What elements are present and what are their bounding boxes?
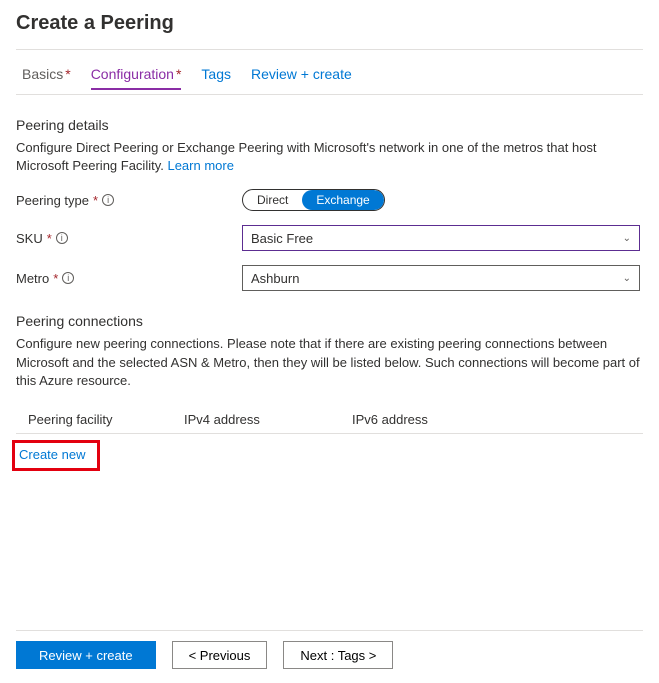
select-value: Ashburn	[251, 271, 299, 286]
next-button[interactable]: Next : Tags >	[283, 641, 393, 669]
info-icon[interactable]: i	[62, 272, 74, 284]
chevron-down-icon: ⌄	[623, 273, 631, 284]
col-ipv4: IPv4 address	[184, 412, 352, 427]
label-text: Metro	[16, 271, 49, 286]
col-facility: Peering facility	[16, 412, 184, 427]
row-metro: Metro * i Ashburn ⌄	[16, 265, 643, 291]
row-peering-type: Peering type * i Direct Exchange	[16, 189, 643, 211]
tabs: Basics Configuration Tags Review + creat…	[16, 66, 643, 90]
label-text: SKU	[16, 231, 43, 246]
required-asterisk: *	[93, 193, 98, 208]
select-value: Basic Free	[251, 231, 313, 246]
connections-table-header: Peering facility IPv4 address IPv6 addre…	[16, 404, 643, 434]
peering-details-description: Configure Direct Peering or Exchange Pee…	[16, 139, 643, 175]
chevron-down-icon: ⌄	[623, 233, 631, 244]
toggle-direct[interactable]: Direct	[243, 190, 302, 210]
connections-heading: Peering connections	[16, 313, 643, 329]
label-sku: SKU * i	[16, 231, 242, 246]
page-title: Create a Peering	[16, 12, 643, 35]
footer: Review + create < Previous Next : Tags >	[16, 630, 643, 669]
toggle-exchange[interactable]: Exchange	[302, 190, 383, 210]
required-asterisk: *	[53, 271, 58, 286]
info-icon[interactable]: i	[56, 232, 68, 244]
tab-configuration[interactable]: Configuration	[91, 66, 182, 90]
toggle-peering-type[interactable]: Direct Exchange	[242, 189, 385, 211]
divider	[16, 630, 643, 631]
label-text: Peering type	[16, 193, 89, 208]
desc-text: Configure Direct Peering or Exchange Pee…	[16, 140, 597, 173]
previous-button[interactable]: < Previous	[172, 641, 268, 669]
create-new-highlight: Create new	[12, 440, 100, 471]
tab-basics[interactable]: Basics	[22, 66, 71, 90]
divider	[16, 49, 643, 50]
tab-review[interactable]: Review + create	[251, 66, 352, 90]
footer-buttons: Review + create < Previous Next : Tags >	[16, 641, 643, 669]
learn-more-link[interactable]: Learn more	[167, 158, 233, 173]
info-icon[interactable]: i	[102, 194, 114, 206]
create-new-link[interactable]: Create new	[19, 447, 85, 462]
peering-details-heading: Peering details	[16, 117, 643, 133]
select-metro[interactable]: Ashburn ⌄	[242, 265, 640, 291]
label-peering-type: Peering type * i	[16, 193, 242, 208]
label-metro: Metro * i	[16, 271, 242, 286]
required-asterisk: *	[47, 231, 52, 246]
connections-description: Configure new peering connections. Pleas…	[16, 335, 643, 390]
tab-tags[interactable]: Tags	[201, 66, 231, 90]
col-ipv6: IPv6 address	[352, 412, 520, 427]
row-sku: SKU * i Basic Free ⌄	[16, 225, 643, 251]
select-sku[interactable]: Basic Free ⌄	[242, 225, 640, 251]
divider	[16, 94, 643, 95]
review-create-button[interactable]: Review + create	[16, 641, 156, 669]
